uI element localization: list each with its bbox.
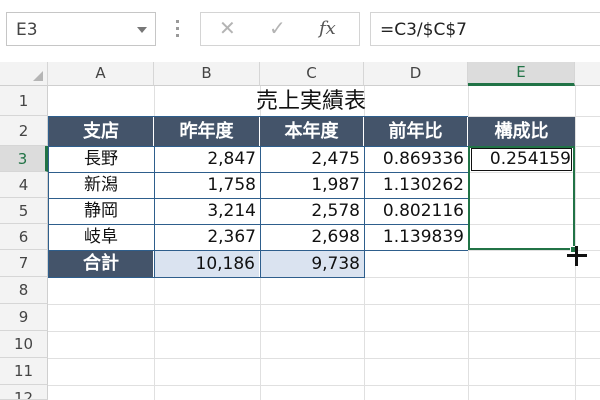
sheet-title[interactable]: 売上実績表 xyxy=(154,87,468,117)
name-box[interactable]: E3 xyxy=(6,12,156,46)
select-all-corner[interactable] xyxy=(0,62,48,86)
formula-input[interactable]: =C3/$C$7 xyxy=(370,12,600,46)
total-this-year[interactable]: 9,738 xyxy=(260,251,364,277)
cell-d3[interactable]: 0.869336 xyxy=(364,146,468,172)
cell-d6[interactable]: 1.139839 xyxy=(364,224,468,250)
cell-a4[interactable]: 新潟 xyxy=(48,172,154,198)
header-cell-last-year[interactable]: 昨年度 xyxy=(154,117,260,146)
more-options-icon[interactable] xyxy=(176,20,179,40)
table-border xyxy=(48,116,468,117)
column-header-b[interactable]: B xyxy=(154,62,260,86)
formula-text: =C3/$C$7 xyxy=(380,20,467,40)
cell-a6[interactable]: 岐阜 xyxy=(48,224,154,250)
row-header-9[interactable]: 9 xyxy=(0,304,48,331)
gridline xyxy=(48,358,600,359)
column-header-f[interactable] xyxy=(575,62,600,86)
formula-bar-area: E3 ✕ ✓ fx =C3/$C$7 xyxy=(0,0,600,62)
table-border xyxy=(48,146,468,147)
cell-d5[interactable]: 0.802116 xyxy=(364,198,468,224)
total-label[interactable]: 合計 xyxy=(49,251,154,277)
header-cell-this-year[interactable]: 本年度 xyxy=(260,117,364,146)
total-last-year[interactable]: 10,186 xyxy=(154,251,260,277)
gridline xyxy=(575,86,576,400)
active-cell-indicator xyxy=(471,148,572,171)
cell-c6[interactable]: 2,698 xyxy=(260,224,364,250)
cell-a3[interactable]: 長野 xyxy=(48,146,154,172)
table-border xyxy=(364,250,365,278)
table-border xyxy=(48,116,49,277)
column-header-e[interactable]: E xyxy=(468,62,575,86)
insert-function-icon[interactable]: fx xyxy=(319,18,336,39)
cell-b4[interactable]: 1,758 xyxy=(154,172,260,198)
row-header-11[interactable]: 11 xyxy=(0,358,48,385)
header-cell-branch[interactable]: 支店 xyxy=(49,117,154,146)
cell-c4[interactable]: 1,987 xyxy=(260,172,364,198)
row-header-6[interactable]: 6 xyxy=(0,224,48,250)
table-border xyxy=(48,277,365,278)
row-header-8[interactable]: 8 xyxy=(0,277,48,304)
table-border xyxy=(48,172,468,173)
cancel-icon[interactable]: ✕ xyxy=(219,16,236,40)
crosshair-cursor-icon xyxy=(567,246,587,266)
chevron-down-icon[interactable] xyxy=(137,27,147,33)
cell-a5[interactable]: 静岡 xyxy=(48,198,154,224)
table-border xyxy=(48,224,468,225)
gridline xyxy=(48,385,600,386)
header-cell-yoy[interactable]: 前年比 xyxy=(364,117,468,146)
row-header-1[interactable]: 1 xyxy=(0,86,48,116)
cell-c5[interactable]: 2,578 xyxy=(260,198,364,224)
column-header-c[interactable]: C xyxy=(260,62,364,86)
table-border xyxy=(260,146,261,277)
cell-d4[interactable]: 1.130262 xyxy=(364,172,468,198)
header-cell-share[interactable]: 構成比 xyxy=(468,117,575,146)
row-header-3[interactable]: 3 xyxy=(0,146,48,172)
enter-icon[interactable]: ✓ xyxy=(269,16,286,40)
row-header-2[interactable]: 2 xyxy=(0,116,48,146)
table-border xyxy=(48,250,468,251)
name-box-value: E3 xyxy=(16,20,38,40)
column-header-a[interactable]: A xyxy=(48,62,154,86)
table-border xyxy=(48,198,468,199)
column-header-d[interactable]: D xyxy=(364,62,468,86)
gridline xyxy=(48,331,600,332)
row-header-12[interactable]: 12 xyxy=(0,385,48,400)
cell-b5[interactable]: 3,214 xyxy=(154,198,260,224)
cell-b3[interactable]: 2,847 xyxy=(154,146,260,172)
row-header-10[interactable]: 10 xyxy=(0,331,48,358)
row-header-7[interactable]: 7 xyxy=(0,250,48,277)
row-header-4[interactable]: 4 xyxy=(0,172,48,198)
gridline xyxy=(48,304,600,305)
cell-c3[interactable]: 2,475 xyxy=(260,146,364,172)
cell-b6[interactable]: 2,367 xyxy=(154,224,260,250)
formula-buttons: ✕ ✓ fx xyxy=(200,12,360,46)
row-header-5[interactable]: 5 xyxy=(0,198,48,224)
table-border xyxy=(154,146,155,277)
